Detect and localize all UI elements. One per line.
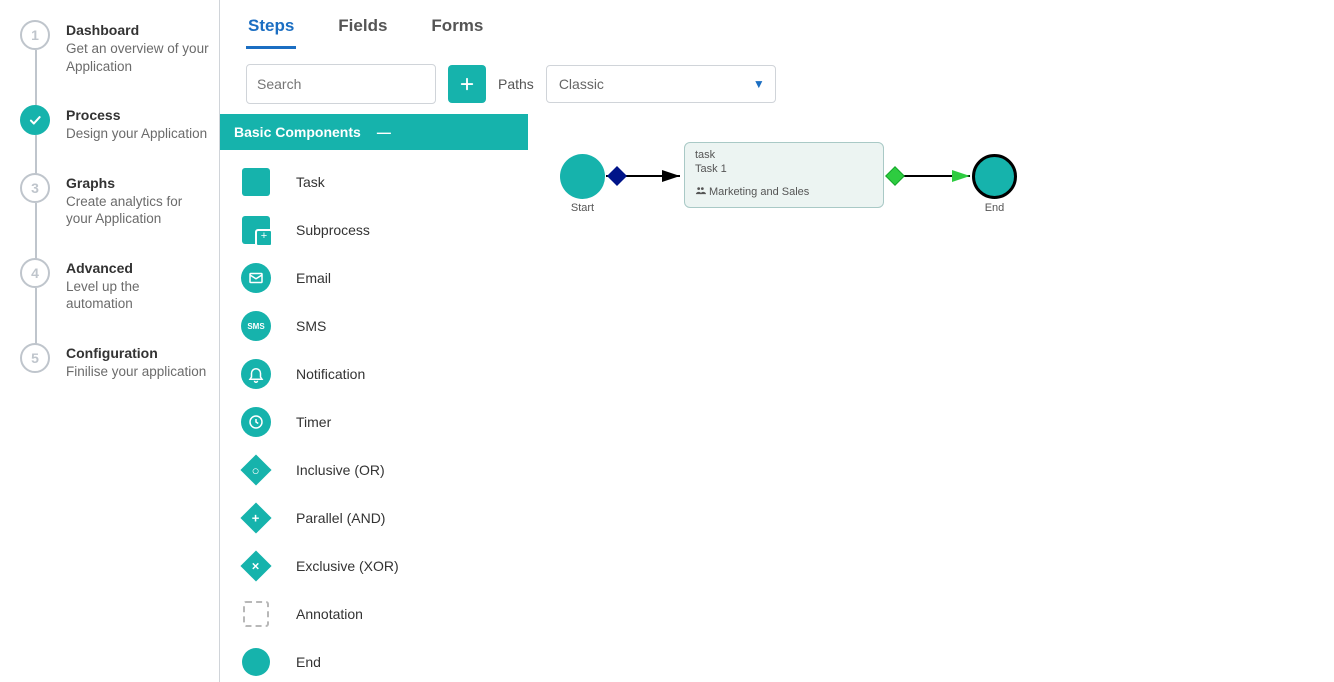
start-node-label: Start xyxy=(571,202,594,214)
end-node[interactable]: End xyxy=(972,154,1017,199)
panel-header[interactable]: Basic Components — xyxy=(220,114,528,150)
step-description: Design your Application xyxy=(66,125,207,143)
task-assignee-label: Marketing and Sales xyxy=(709,186,809,198)
step-description: Get an overview of your Application xyxy=(66,40,209,75)
exclusive-gateway-icon: × xyxy=(240,550,272,582)
bell-icon xyxy=(240,358,272,390)
step-number-icon: 1 xyxy=(20,20,50,50)
sequence-diamond-icon xyxy=(885,166,905,186)
collapse-icon: — xyxy=(377,124,391,140)
component-label: Notification xyxy=(296,366,365,382)
component-label: Inclusive (OR) xyxy=(296,462,385,478)
step-description: Finilise your application xyxy=(66,363,206,381)
step-description: Level up the automation xyxy=(66,278,209,313)
task-kind-label: task xyxy=(695,149,873,161)
component-subprocess[interactable]: Subprocess xyxy=(220,206,528,254)
start-node[interactable]: Start xyxy=(560,154,605,199)
component-label: Exclusive (XOR) xyxy=(296,558,399,574)
component-exclusive[interactable]: × Exclusive (XOR) xyxy=(220,542,528,590)
wizard-step-advanced[interactable]: 4 Advanced Level up the automation xyxy=(20,258,209,343)
users-icon xyxy=(695,185,706,199)
step-title: Process xyxy=(66,107,207,123)
tab-fields[interactable]: Fields xyxy=(336,10,389,49)
tabs: Steps Fields Forms xyxy=(220,0,1334,50)
chevron-down-icon: ▼ xyxy=(753,77,765,91)
wizard-sidebar: 1 Dashboard Get an overview of your Appl… xyxy=(0,0,220,682)
task-icon xyxy=(240,166,272,198)
check-icon xyxy=(20,105,50,135)
step-title: Advanced xyxy=(66,260,209,276)
sequence-diamond-icon xyxy=(607,166,627,186)
flow-edges xyxy=(528,114,1334,682)
add-path-button[interactable] xyxy=(448,65,486,103)
tab-forms[interactable]: Forms xyxy=(429,10,485,49)
components-panel: Basic Components — Task Subprocess Email xyxy=(220,114,528,682)
paths-label: Paths xyxy=(498,76,534,92)
clock-icon xyxy=(240,406,272,438)
step-title: Configuration xyxy=(66,345,206,361)
step-title: Graphs xyxy=(66,175,209,191)
component-label: End xyxy=(296,654,321,670)
envelope-icon xyxy=(240,262,272,294)
main-area: Steps Fields Forms Paths Classic ▼ Basic… xyxy=(220,0,1334,682)
component-annotation[interactable]: Annotation xyxy=(220,590,528,638)
panel-title: Basic Components xyxy=(234,124,361,140)
component-label: Parallel (AND) xyxy=(296,510,385,526)
end-event-icon xyxy=(240,646,272,678)
inclusive-gateway-icon: ○ xyxy=(240,454,272,486)
component-label: Task xyxy=(296,174,325,190)
search-input[interactable] xyxy=(247,76,448,92)
component-sms[interactable]: SMS SMS xyxy=(220,302,528,350)
component-label: SMS xyxy=(296,318,326,334)
subprocess-icon xyxy=(240,214,272,246)
annotation-icon xyxy=(240,598,272,630)
component-parallel[interactable]: + Parallel (AND) xyxy=(220,494,528,542)
component-label: Timer xyxy=(296,414,331,430)
sms-icon: SMS xyxy=(240,310,272,342)
task-node[interactable]: task Task 1 Marketing and Sales xyxy=(684,142,884,208)
step-title: Dashboard xyxy=(66,22,209,38)
step-description: Create analytics for your Application xyxy=(66,193,209,228)
component-label: Email xyxy=(296,270,331,286)
task-name-label: Task 1 xyxy=(695,163,873,175)
component-label: Annotation xyxy=(296,606,363,622)
step-number-icon: 5 xyxy=(20,343,50,373)
paths-select-value: Classic xyxy=(559,76,604,92)
process-canvas[interactable]: Start task Task 1 Marketing and Sales En… xyxy=(528,114,1334,682)
wizard-step-dashboard[interactable]: 1 Dashboard Get an overview of your Appl… xyxy=(20,20,209,105)
wizard-step-process[interactable]: Process Design your Application xyxy=(20,105,209,173)
step-number-icon: 4 xyxy=(20,258,50,288)
component-task[interactable]: Task xyxy=(220,158,528,206)
component-timer[interactable]: Timer xyxy=(220,398,528,446)
component-label: Subprocess xyxy=(296,222,370,238)
step-number-icon: 3 xyxy=(20,173,50,203)
search-container xyxy=(246,64,436,104)
component-end[interactable]: End xyxy=(220,638,528,682)
wizard-step-graphs[interactable]: 3 Graphs Create analytics for your Appli… xyxy=(20,173,209,258)
component-email[interactable]: Email xyxy=(220,254,528,302)
tab-steps[interactable]: Steps xyxy=(246,10,296,49)
component-notification[interactable]: Notification xyxy=(220,350,528,398)
end-node-label: End xyxy=(985,202,1005,214)
components-list[interactable]: Task Subprocess Email SMS SMS xyxy=(220,150,528,682)
component-inclusive[interactable]: ○ Inclusive (OR) xyxy=(220,446,528,494)
parallel-gateway-icon: + xyxy=(240,502,272,534)
toolbar: Paths Classic ▼ xyxy=(220,50,1334,114)
paths-select[interactable]: Classic ▼ xyxy=(546,65,776,103)
wizard-step-configuration[interactable]: 5 Configuration Finilise your applicatio… xyxy=(20,343,209,381)
